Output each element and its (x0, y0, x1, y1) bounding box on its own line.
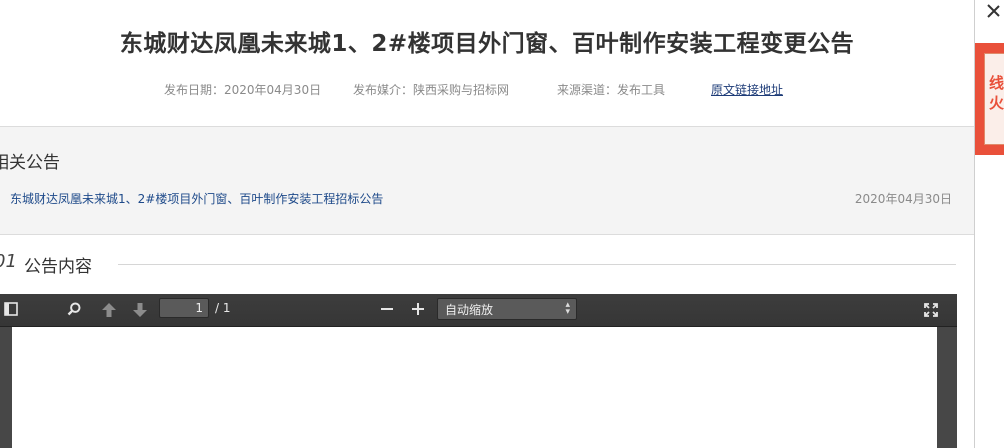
section-divider (118, 264, 956, 265)
zoom-select[interactable]: 自动缩放 ▴ ▾ (437, 298, 577, 320)
publish-date: 发布日期：2020年04月30日 (164, 83, 322, 97)
search-icon[interactable] (65, 300, 83, 318)
side-ad-banner[interactable]: 线火 (975, 43, 1004, 155)
publish-media: 发布媒介：陕西采购与招标网 (353, 83, 510, 97)
pdf-viewer: / 1 自动缩放 ▴▾ (0, 294, 957, 448)
meta-bar: 发布日期：2020年04月30日 发布媒介：陕西采购与招标网 来源渠道：发布工具… (0, 81, 974, 97)
pdf-toolbar: / 1 自动缩放 ▴▾ (0, 294, 957, 327)
page-title: 东城财达凤凰未来城1、2#楼项目外门窗、百叶制作安装工程变更公告 (119, 31, 855, 57)
main-content: 东城财达凤凰未来城1、2#楼项目外门窗、百叶制作安装工程变更公告 发布日期：20… (0, 0, 974, 448)
arrow-down-icon[interactable] (130, 300, 150, 320)
right-sidebar: 线火 (974, 0, 1004, 448)
fullscreen-icon[interactable] (922, 301, 940, 319)
minus-icon[interactable] (379, 301, 395, 317)
zoom-value: 自动缩放 (445, 303, 494, 317)
sidebar-toggle-icon[interactable] (2, 300, 20, 318)
source-channel: 来源渠道：发布工具 (557, 83, 666, 97)
page-total: / 1 (215, 301, 231, 315)
related-announcements: 相关公告 东城财达凤凰未来城1、2#楼项目外门窗、百叶制作安装工程招标公告 20… (0, 126, 974, 235)
pdf-page (12, 327, 937, 448)
select-arrows-icon: ▴ ▾ (565, 300, 570, 317)
related-item-link[interactable]: 东城财达凤凰未来城1、2#楼项目外门窗、百叶制作安装工程招标公告 (10, 190, 383, 207)
plus-icon[interactable] (410, 301, 426, 317)
section-number: 01 (0, 251, 17, 272)
page-number-input[interactable] (159, 298, 209, 318)
ad-text: 线火 (989, 74, 1004, 112)
original-link[interactable]: 原文链接地址 (711, 81, 783, 98)
section-title: 公告内容 (24, 257, 92, 277)
related-heading: 相关公告 (0, 153, 60, 173)
arrow-up-icon[interactable] (99, 300, 119, 320)
close-icon[interactable] (982, 0, 1004, 22)
related-item-date: 2020年04月30日 (854, 192, 952, 206)
